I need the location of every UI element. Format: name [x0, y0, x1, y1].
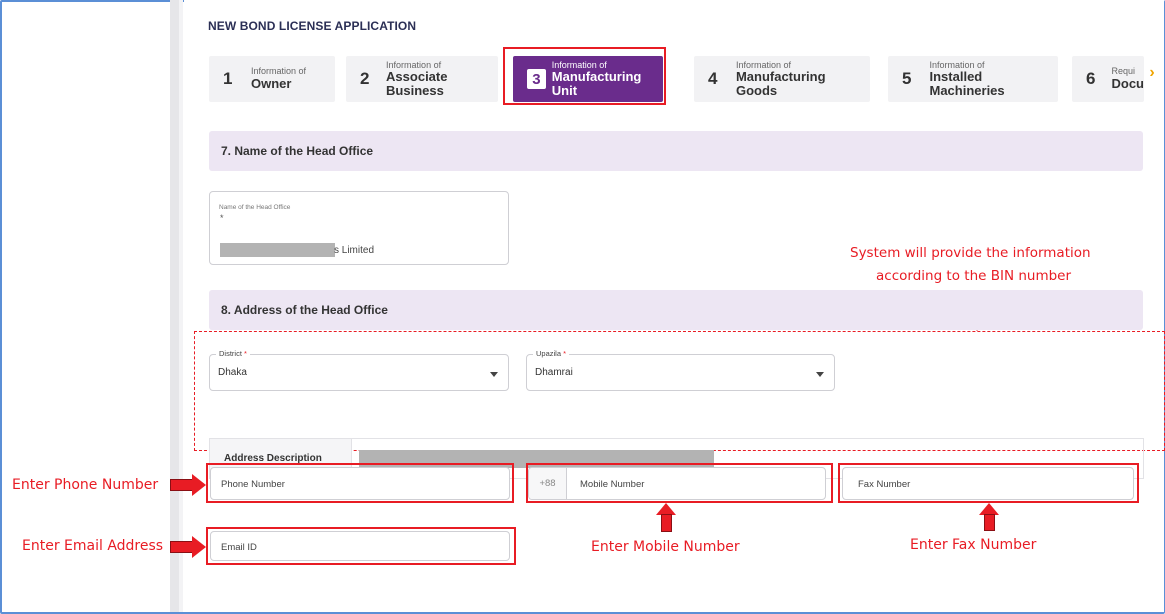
steps-next-button[interactable]: › [1144, 64, 1160, 82]
step-label: Docu [1111, 75, 1145, 91]
section-head-office-address: 8. Address of the Head Office [209, 290, 1143, 330]
step-associate-business[interactable]: 2 Information of Associate Business [346, 56, 498, 102]
district-select[interactable]: District * Dhaka [209, 349, 509, 391]
annotation-system-note-line1: System will provide the information [850, 245, 1091, 261]
step-installed-machineries[interactable]: 5 Information of Installed Machineries [888, 56, 1058, 102]
email-input[interactable]: Email ID [210, 531, 510, 561]
step-number: 5 [902, 69, 912, 88]
step-number: 1 [223, 69, 233, 88]
field-value-suffix: s Limited [334, 245, 375, 256]
field-label: Name of the Head Office [219, 204, 291, 211]
sidebar-rail [170, 0, 179, 612]
step-required-documents[interactable]: 6 Requi Docu [1072, 56, 1144, 102]
upazila-value: Dhamrai [535, 367, 573, 378]
step-manufacturing-unit[interactable]: 3 Information of Manufacturing Unit [513, 56, 663, 102]
upazila-select[interactable]: Upazila * Dhamrai [526, 349, 835, 391]
chevron-down-icon [816, 372, 824, 377]
step-manufacturing-goods[interactable]: 4 Information of Manufacturing Goods [694, 56, 870, 102]
step-number: 3 [527, 69, 546, 89]
head-office-name-field[interactable]: Name of the Head Office * s Limited [209, 191, 509, 265]
annotation-enter-fax: Enter Fax Number [910, 537, 1037, 553]
sidebar-rail-edge [179, 0, 183, 612]
mobile-prefix: +88 [529, 468, 567, 499]
district-label: District * [216, 349, 250, 358]
fax-number-input[interactable]: Fax Number [842, 467, 1134, 500]
district-value: Dhaka [218, 367, 247, 378]
mobile-number-input[interactable]: +88 Mobile Number [528, 467, 826, 500]
step-number: 4 [708, 69, 718, 88]
annotation-system-note-line2: according to the BIN number [876, 268, 1072, 284]
step-owner[interactable]: 1 Information of Owner [209, 56, 335, 102]
redacted-value [220, 243, 335, 257]
step-label: Installed Machineries [929, 69, 1005, 98]
step-label: Manufacturing Unit [551, 69, 642, 98]
step-label: Owner [251, 75, 292, 91]
step-number: 6 [1086, 69, 1096, 88]
annotation-enter-phone: Enter Phone Number [12, 477, 159, 493]
phone-number-input[interactable]: Phone Number [210, 467, 510, 500]
step-label: Associate Business [386, 69, 448, 98]
email-placeholder: Email ID [221, 542, 257, 553]
mobile-number-placeholder: Mobile Number [580, 479, 645, 490]
step-label: Manufacturing Goods [735, 69, 826, 98]
step-number: 2 [360, 69, 370, 88]
page-title: NEW BOND LICENSE APPLICATION [208, 19, 417, 33]
annotation-enter-email: Enter Email Address [22, 538, 164, 554]
chevron-right-icon: › [1149, 64, 1155, 81]
phone-number-placeholder: Phone Number [221, 479, 285, 490]
redacted-address [359, 450, 714, 468]
chevron-down-icon [490, 372, 498, 377]
required-mark: * [220, 213, 224, 223]
annotation-enter-mobile: Enter Mobile Number [591, 539, 740, 555]
upazila-label: Upazila * [533, 349, 570, 358]
fax-number-placeholder: Fax Number [858, 479, 911, 490]
section-head-office-name: 7. Name of the Head Office [209, 131, 1143, 171]
